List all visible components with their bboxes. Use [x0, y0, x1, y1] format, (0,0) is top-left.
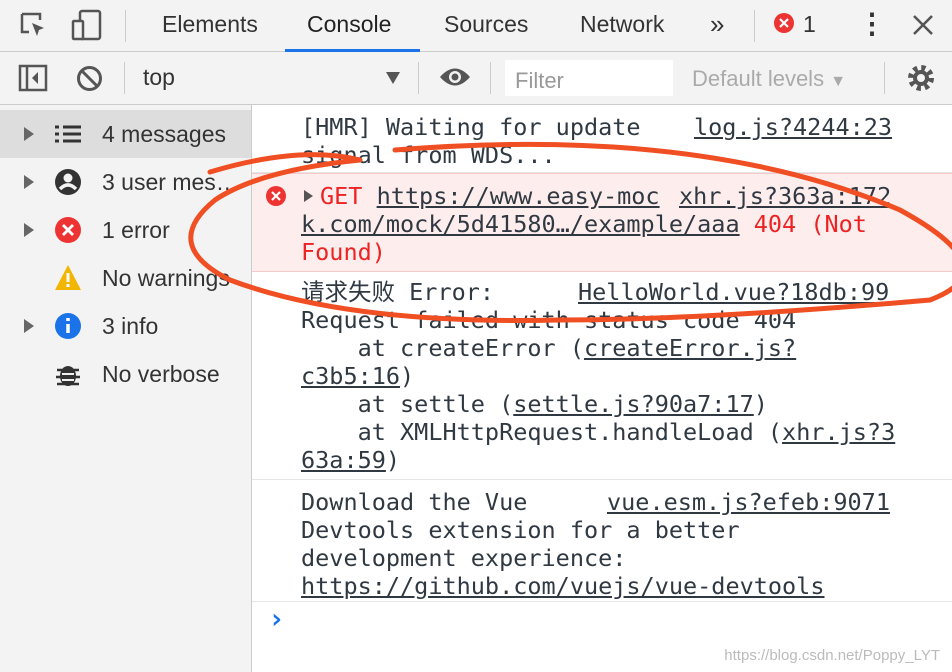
console-error-message: GET https://www.easy-moc k.com/mock/5d41…: [252, 173, 952, 272]
stack-link[interactable]: settle.js?90a7:17: [513, 390, 754, 418]
sidebar-item-label: 4 messages: [102, 121, 227, 147]
source-link[interactable]: HelloWorld.vue?18db:99: [578, 278, 889, 306]
status-text: 404 (Not: [739, 210, 867, 238]
stack-text: at XMLHttpRequest.handleLoad (: [301, 418, 783, 446]
sidebar-item-info[interactable]: 3 info: [0, 302, 251, 350]
source-link[interactable]: log.js?4244:23: [694, 113, 892, 141]
tab-elements[interactable]: Elements: [162, 0, 258, 52]
status-text: Found): [301, 238, 386, 266]
error-icon: [266, 186, 286, 206]
message-text: [HMR] Waiting for update: [301, 113, 641, 141]
kebab-menu-icon[interactable]: ⋮: [858, 0, 886, 52]
console-prompt[interactable]: ›: [268, 605, 285, 633]
source-link[interactable]: xhr.js?363a:172: [679, 182, 891, 210]
stack-text: at settle (: [301, 390, 514, 418]
log-levels-label: Default levels: [692, 66, 825, 91]
device-toolbar-icon[interactable]: [70, 8, 104, 42]
clear-console-icon[interactable]: [76, 65, 103, 92]
error-count-icon[interactable]: [774, 13, 794, 33]
sidebar-item-verbose[interactable]: No verbose: [0, 350, 251, 398]
warning-icon: [55, 265, 81, 290]
info-icon: [55, 313, 81, 339]
eye-icon[interactable]: [438, 66, 472, 88]
console-message: [HMR] Waiting for update signal from WDS…: [252, 105, 952, 173]
log-levels-dropdown[interactable]: Default levels ▼: [692, 66, 846, 92]
console-message: 请求失败 Error: HelloWorld.vue?18db:99 Reque…: [252, 272, 952, 480]
context-select[interactable]: top: [143, 64, 175, 91]
sidebar-item-label: No warnings: [102, 265, 230, 291]
stack-link[interactable]: 63a:59: [301, 446, 386, 474]
tab-console[interactable]: Console: [285, 0, 420, 52]
console-sidebar: 4 messages 3 user messages 1 error No wa…: [0, 105, 252, 672]
sidebar-item-label: 1 error: [102, 217, 170, 243]
tab-sources[interactable]: Sources: [444, 0, 528, 52]
sidebar-item-label: No verbose: [102, 361, 220, 387]
close-icon[interactable]: [912, 14, 934, 36]
stack-link[interactable]: c3b5:16: [301, 362, 400, 390]
devtools-link[interactable]: https://github.com/vuejs/vue-devtools: [301, 572, 824, 600]
tab-network[interactable]: Network: [580, 0, 664, 52]
error-icon: [55, 217, 81, 243]
console-messages: [HMR] Waiting for update signal from WDS…: [252, 105, 952, 672]
stack-text: at createError (: [301, 334, 584, 362]
message-text: Download the Vue: [301, 488, 528, 516]
message-text: Request failed with status code 404: [301, 306, 797, 334]
inspect-element-icon[interactable]: [18, 10, 48, 40]
user-icon: [55, 169, 81, 195]
stack-text: ): [400, 362, 415, 390]
stack-text: ): [753, 390, 768, 418]
console-message: Download the Vue vue.esm.js?efeb:9071 De…: [252, 480, 952, 602]
error-count[interactable]: 1: [803, 0, 816, 52]
source-link[interactable]: vue.esm.js?efeb:9071: [607, 488, 890, 516]
sidebar-item-errors[interactable]: 1 error: [0, 206, 251, 254]
sidebar-toggle-icon[interactable]: [18, 64, 48, 92]
sidebar-item-warnings[interactable]: No warnings: [0, 254, 251, 302]
context-dropdown-icon[interactable]: [386, 72, 400, 84]
request-url-link[interactable]: https://www.easy-moc: [377, 182, 660, 210]
stack-link[interactable]: createError.js?: [584, 334, 796, 362]
request-url-link[interactable]: k.com/mock/5d41580…/example/aaa: [301, 210, 740, 238]
sidebar-item-user-messages[interactable]: 3 user messages: [0, 158, 251, 206]
message-text: 请求失败 Error:: [301, 278, 495, 306]
stack-link[interactable]: xhr.js?3: [782, 418, 895, 446]
chevron-down-icon: ▼: [830, 73, 847, 90]
gear-icon[interactable]: [906, 63, 936, 93]
stack-text: ): [385, 446, 401, 474]
list-icon: [55, 125, 81, 143]
message-text: signal from WDS...: [301, 141, 556, 169]
sidebar-item-label: 3 info: [102, 313, 159, 339]
more-tabs-button[interactable]: »: [710, 0, 724, 52]
devtools-tab-bar: Elements Console Sources Network » 1 ⋮: [0, 0, 952, 52]
expand-triangle-icon[interactable]: [304, 190, 313, 202]
sidebar-item-label: 3 user messages: [102, 169, 244, 195]
filter-input[interactable]: Filter: [505, 60, 673, 96]
message-text: Devtools extension for a better: [301, 516, 740, 544]
bug-icon: [56, 366, 80, 386]
sidebar-item-messages[interactable]: 4 messages: [0, 110, 251, 158]
http-method: GET: [320, 182, 363, 210]
watermark: https://blog.csdn.net/Poppy_LYT: [724, 647, 940, 664]
message-text: development experience:: [301, 544, 627, 572]
